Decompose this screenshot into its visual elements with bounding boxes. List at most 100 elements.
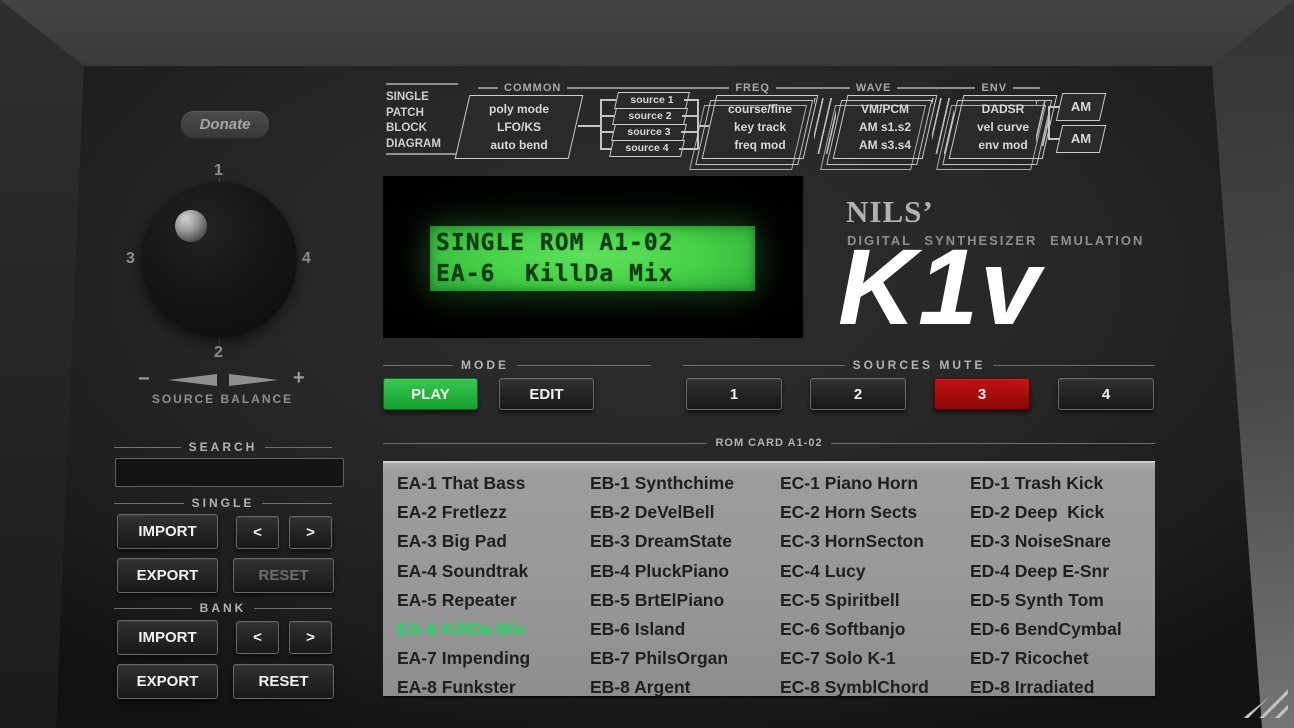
patch-item[interactable]: EA-2 Fretlezz	[397, 498, 590, 527]
donate-button[interactable]: Donate	[180, 110, 270, 139]
single-rule: SINGLE	[114, 496, 332, 510]
frame-top-bevel	[0, 0, 1294, 66]
patch-column: EB-1 SynthchimeEB-2 DeVelBellEB-3 DreamS…	[590, 469, 780, 703]
patch-item[interactable]: ED-5 Synth Tom	[970, 586, 1155, 615]
mode-rule: MODE	[383, 358, 651, 372]
balance-minus[interactable]: −	[138, 368, 150, 391]
patch-item[interactable]: EA-8 Funkster	[397, 673, 590, 702]
patch-item[interactable]: ED-2 Deep Kick	[970, 498, 1155, 527]
single-export-button[interactable]: EXPORT	[117, 558, 218, 593]
diagram-title: SINGLE PATCH BLOCK DIAGRAM	[386, 90, 441, 152]
model-logo: K1v	[838, 233, 1042, 341]
patch-item[interactable]: EA-6 KillDa Mix	[397, 615, 590, 644]
patch-item[interactable]: EA-7 Impending	[397, 644, 590, 673]
wire	[600, 131, 613, 133]
wire	[600, 99, 602, 149]
patch-item[interactable]: ED-6 BendCymbal	[970, 615, 1155, 644]
patch-item[interactable]: EA-5 Repeater	[397, 586, 590, 615]
patch-item[interactable]: EB-3 DreamState	[590, 527, 780, 556]
diagram-title-top-rule	[386, 83, 458, 85]
patch-item[interactable]: EC-7 Solo K-1	[780, 644, 970, 673]
knob-label-2: 2	[214, 344, 223, 362]
patch-column: EC-1 Piano HornEC-2 Horn SectsEC-3 HornS…	[780, 469, 970, 703]
patch-item[interactable]: EC-3 HornSecton	[780, 527, 970, 556]
rom-card-rule: ROM CARD A1-02	[383, 437, 1155, 449]
am-block-2: AM	[1056, 125, 1106, 153]
patch-item[interactable]: EC-5 Spiritbell	[780, 586, 970, 615]
single-reset-button[interactable]: RESET	[233, 558, 334, 593]
patch-item[interactable]: EC-8 SymblChord	[780, 673, 970, 702]
freq-block: course/fine key track freq mod	[702, 95, 819, 159]
patch-item[interactable]: ED-1 Trash Kick	[970, 469, 1155, 498]
patch-item[interactable]: EB-5 BrtElPiano	[590, 586, 780, 615]
patch-item[interactable]: EA-1 That Bass	[397, 469, 590, 498]
patch-item[interactable]: EC-2 Horn Sects	[780, 498, 970, 527]
env-label: ENV	[981, 82, 1007, 94]
balance-right-arrow[interactable]	[229, 374, 278, 386]
wire	[1048, 106, 1059, 108]
single-prev-button[interactable]: <	[236, 516, 279, 549]
patch-item[interactable]: EB-1 Synthchime	[590, 469, 780, 498]
patch-item[interactable]: EC-6 Softbanjo	[780, 615, 970, 644]
common-label: COMMON	[504, 82, 561, 94]
balance-plus[interactable]: +	[293, 367, 305, 390]
source-2-block: source 2	[612, 108, 688, 125]
mute-button-3[interactable]: 3	[934, 378, 1030, 410]
mute-button-2[interactable]: 2	[810, 378, 906, 410]
wire	[600, 115, 614, 117]
patch-item[interactable]: EA-4 Soundtrak	[397, 557, 590, 586]
search-label: SEARCH	[189, 440, 258, 454]
single-import-button[interactable]: IMPORT	[117, 514, 218, 549]
lcd-screen: SINGLE ROM A1-02 EA-6 KillDa Mix	[430, 226, 755, 291]
single-next-button[interactable]: >	[289, 516, 332, 549]
patch-item[interactable]: ED-7 Ricochet	[970, 644, 1155, 673]
sources-mute-label: SOURCES MUTE	[853, 358, 986, 372]
bank-rule: BANK	[114, 601, 332, 615]
patch-column: EA-1 That BassEA-2 FretlezzEA-3 Big PadE…	[397, 469, 590, 703]
bank-import-button[interactable]: IMPORT	[117, 620, 218, 655]
common-block: poly mode LFO/KS auto bend	[455, 95, 584, 159]
patch-item[interactable]: EB-4 PluckPiano	[590, 557, 780, 586]
bank-reset-button[interactable]: RESET	[233, 664, 334, 699]
bank-prev-button[interactable]: <	[236, 621, 279, 654]
mute-button-4[interactable]: 4	[1058, 378, 1154, 410]
patch-column: ED-1 Trash KickED-2 Deep KickED-3 NoiseS…	[970, 469, 1155, 703]
mode-label: MODE	[461, 358, 509, 372]
patch-item[interactable]: EB-6 Island	[590, 615, 780, 644]
patch-item[interactable]: ED-8 Irradiated	[970, 673, 1155, 702]
patch-item[interactable]: ED-4 Deep E-Snr	[970, 557, 1155, 586]
knob-indicator-dot	[175, 210, 207, 242]
patch-item[interactable]: EA-3 Big Pad	[397, 527, 590, 556]
search-input[interactable]	[115, 458, 344, 487]
balance-left-arrow[interactable]	[168, 374, 217, 386]
bank-export-button[interactable]: EXPORT	[117, 664, 218, 699]
am-block-1: AM	[1056, 93, 1106, 121]
wire	[682, 115, 698, 117]
patch-item[interactable]: EB-7 PhilsOrgan	[590, 644, 780, 673]
wire	[600, 148, 611, 150]
brand-name: NILS’	[846, 194, 934, 230]
source-balance-knob[interactable]	[141, 182, 297, 338]
bank-next-button[interactable]: >	[289, 621, 332, 654]
patch-item[interactable]: EB-2 DeVelBell	[590, 498, 780, 527]
wire	[681, 131, 698, 133]
edit-button[interactable]: EDIT	[499, 378, 594, 410]
patch-item[interactable]: ED-3 NoiseSnare	[970, 527, 1155, 556]
patch-item[interactable]: EB-8 Argent	[590, 673, 780, 702]
patch-item[interactable]: EC-4 Lucy	[780, 557, 970, 586]
lcd-line-2: EA-6 KillDa Mix	[436, 259, 755, 290]
lcd-bezel: SINGLE ROM A1-02 EA-6 KillDa Mix	[383, 176, 803, 338]
play-button[interactable]: PLAY	[383, 378, 478, 410]
wave-block: VM/PCM AM s1.s2 AM s3.s4	[833, 95, 938, 159]
wire	[578, 125, 600, 127]
knob-label-4: 4	[302, 250, 311, 268]
source-balance-caption: SOURCE BALANCE	[120, 392, 325, 406]
rom-card-label: ROM CARD A1-02	[715, 437, 822, 449]
wire	[600, 99, 616, 101]
lcd-line-1: SINGLE ROM A1-02	[436, 228, 755, 259]
single-label: SINGLE	[192, 496, 255, 510]
patch-item[interactable]: EC-1 Piano Horn	[780, 469, 970, 498]
mute-button-1[interactable]: 1	[686, 378, 782, 410]
source-3-block: source 3	[611, 124, 687, 141]
k1v-plugin-window: SINGLE PATCH BLOCK DIAGRAM COMMON FREQ W…	[0, 0, 1294, 728]
